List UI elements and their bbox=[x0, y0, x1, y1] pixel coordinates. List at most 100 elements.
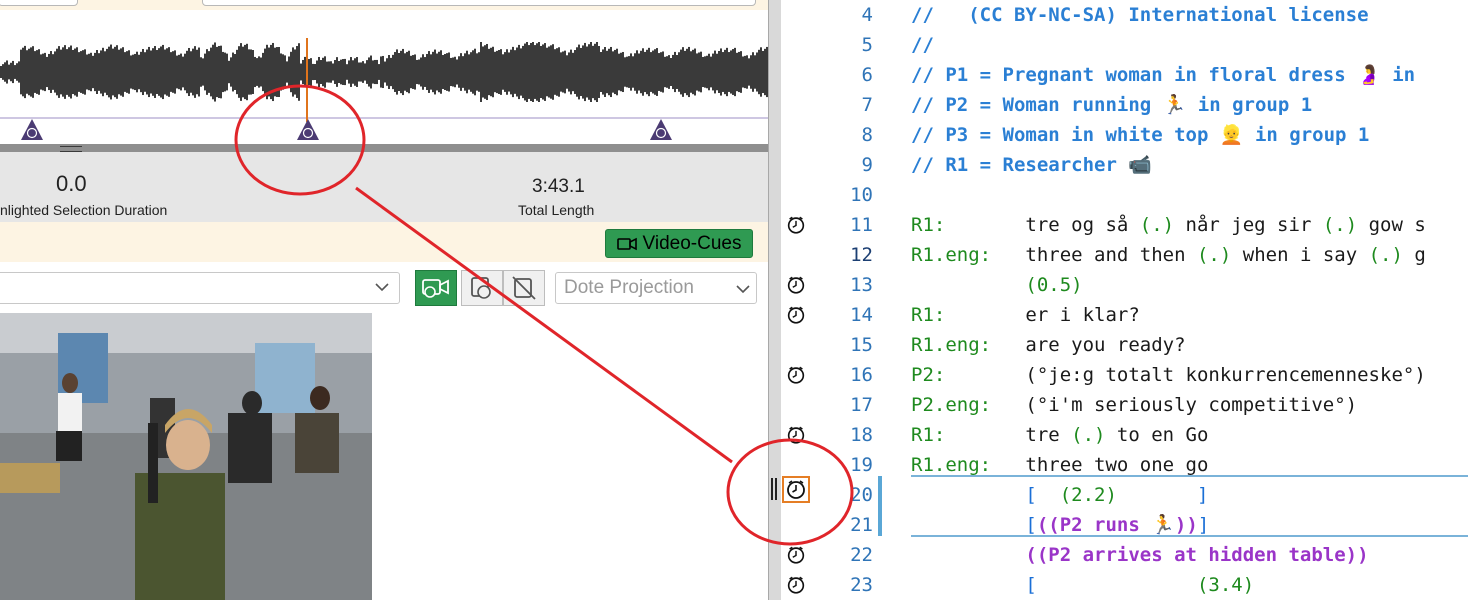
utterance-text bbox=[911, 544, 1025, 566]
line-text[interactable]: R1: tre og så (.) når jeg sir (.) gow s bbox=[911, 210, 1426, 240]
toolbar-button[interactable] bbox=[0, 0, 78, 6]
line-text[interactable]: // (CC BY-NC-SA) International license bbox=[911, 0, 1369, 30]
video-source-select[interactable] bbox=[0, 272, 400, 304]
utterance-text: ] bbox=[1197, 514, 1210, 536]
overlap-guide-top bbox=[911, 475, 1468, 477]
utterance-text: ] bbox=[1116, 484, 1209, 506]
utterance-text: to en Go bbox=[1105, 424, 1209, 446]
utterance-text: (°je:g totalt konkurrencemenneske°) bbox=[1025, 364, 1426, 386]
line-text[interactable]: [ (2.2) ] bbox=[911, 480, 1208, 510]
cue-marker-2-icon[interactable] bbox=[297, 119, 319, 140]
line-text[interactable]: // P2 = Woman running 🏃 in group 1 bbox=[911, 90, 1312, 120]
utterance-text bbox=[911, 574, 1025, 596]
projection-placeholder: Dote Projection bbox=[564, 277, 694, 298]
line-number: 13 bbox=[850, 274, 873, 296]
line-number: 19 bbox=[850, 454, 873, 476]
video-frame-image bbox=[0, 313, 372, 600]
utterance-text: three and then bbox=[1025, 244, 1197, 266]
utterance-text: // P3 = Woman in white top 👱 in group 1 bbox=[911, 124, 1370, 146]
line-text[interactable]: [ (3.4) bbox=[911, 570, 1254, 600]
pause-marker: (.) bbox=[1322, 214, 1358, 236]
utterance-text: (°i'm seriously competitive°) bbox=[1025, 394, 1358, 416]
pane-splitter[interactable] bbox=[768, 0, 781, 600]
clock-icon[interactable] bbox=[785, 424, 807, 446]
overlap-guide-bottom bbox=[911, 535, 1468, 537]
video-cues-button[interactable]: Video-Cues bbox=[605, 229, 753, 258]
utterance-text: // P2 = Woman running 🏃 in group 1 bbox=[911, 94, 1313, 116]
clock-icon[interactable] bbox=[785, 544, 807, 566]
clock-icon[interactable] bbox=[785, 574, 807, 596]
video-cue-add-icon bbox=[471, 277, 491, 299]
line-number: 15 bbox=[850, 334, 873, 356]
waveform[interactable] bbox=[0, 10, 768, 144]
chevron-down-icon bbox=[375, 283, 389, 292]
pause-marker: (.) bbox=[1139, 214, 1175, 236]
utterance-text: tre bbox=[1025, 424, 1072, 446]
video-player[interactable] bbox=[0, 313, 372, 600]
utterance-text: tre og så bbox=[1025, 214, 1140, 236]
line-text[interactable]: // P1 = Pregnant woman in floral dress 🤰… bbox=[911, 60, 1415, 90]
line-text[interactable]: (0.5) bbox=[911, 270, 1083, 300]
line-text[interactable]: P2.eng: (°i'm seriously competitive°) bbox=[911, 390, 1357, 420]
utterance-text: gow s bbox=[1357, 214, 1426, 236]
line-number: 14 bbox=[850, 304, 873, 326]
toolbar-field[interactable] bbox=[202, 0, 756, 6]
pause-marker: (.) bbox=[1071, 424, 1106, 446]
speaker-label: R1: bbox=[911, 214, 1026, 236]
utterance-text: // R1 = Researcher 📹 bbox=[911, 154, 1152, 176]
pause-marker: (.) bbox=[1368, 244, 1403, 266]
utterance-text: three two one go bbox=[1025, 454, 1209, 476]
clock-icon[interactable] bbox=[785, 304, 807, 326]
speaker-label: P2.eng: bbox=[911, 394, 1026, 416]
line-text[interactable]: // R1 = Researcher 📹 bbox=[911, 150, 1152, 180]
clock-icon[interactable] bbox=[785, 274, 807, 296]
video-camera-icon bbox=[616, 237, 637, 250]
annotation-text: ((P2 runs 🏃)) bbox=[1036, 514, 1198, 536]
clock-icon[interactable] bbox=[785, 214, 807, 236]
line-number: 23 bbox=[850, 574, 873, 596]
line-number: 7 bbox=[861, 94, 873, 116]
waveform-splitter[interactable] bbox=[0, 144, 768, 152]
line-number: 17 bbox=[850, 394, 873, 416]
line-text[interactable]: R1: tre (.) to en Go bbox=[911, 420, 1208, 450]
speaker-label: R1: bbox=[911, 304, 1026, 326]
media-pane: 0.0 nlighted Selection Duration 3:43.1 T… bbox=[0, 0, 768, 600]
video-cue-add-button[interactable] bbox=[461, 270, 503, 306]
waveform-view[interactable] bbox=[0, 10, 768, 145]
video-sync-button[interactable] bbox=[415, 270, 457, 306]
projection-select[interactable]: Dote Projection bbox=[555, 272, 757, 304]
transcript-editor[interactable]: 4 // (CC BY-NC-SA) International license 5… bbox=[781, 0, 1468, 600]
line-number: 12 bbox=[850, 244, 873, 266]
line-number: 16 bbox=[850, 364, 873, 386]
video-off-button[interactable] bbox=[503, 270, 545, 306]
video-sync-icon bbox=[422, 279, 449, 298]
selected-timing-icon[interactable] bbox=[782, 476, 810, 503]
cue-marker-1-icon[interactable] bbox=[21, 119, 43, 140]
total-length-value: 3:43.1 bbox=[532, 176, 585, 197]
line-number: 22 bbox=[850, 544, 873, 566]
line-text[interactable]: P2: (°je:g totalt konkurrencemenneske°) bbox=[911, 360, 1426, 390]
line-number: 10 bbox=[850, 184, 873, 206]
clock-icon bbox=[787, 480, 805, 499]
total-length-label: Total Length bbox=[518, 202, 595, 218]
overlap-gutter-bar bbox=[878, 476, 882, 536]
line-number: 18 bbox=[850, 424, 873, 446]
clock-icon[interactable] bbox=[785, 364, 807, 386]
info-panel: 0.0 nlighted Selection Duration 3:43.1 T… bbox=[0, 152, 768, 222]
cue-marker-3-icon[interactable] bbox=[650, 119, 672, 140]
line-text[interactable]: R1.eng: are you ready? bbox=[911, 330, 1186, 360]
speaker-label: R1.eng: bbox=[911, 334, 1026, 356]
line-number: 21 bbox=[850, 514, 873, 536]
video-off-icon bbox=[512, 276, 536, 300]
line-text[interactable]: R1: er i klar? bbox=[911, 300, 1140, 330]
utterance-text: // bbox=[911, 34, 934, 56]
line-text[interactable]: R1.eng: three and then (.) when i say (.… bbox=[911, 240, 1426, 270]
line-text[interactable]: ((P2 arrives at hidden table)) bbox=[911, 540, 1368, 570]
line-text[interactable]: // P3 = Woman in white top 👱 in group 1 bbox=[911, 120, 1369, 150]
utterance-text: [ bbox=[1025, 574, 1197, 596]
speaker-label: R1.eng: bbox=[911, 244, 1026, 266]
pause-marker: (2.2) bbox=[1059, 484, 1117, 506]
line-text[interactable]: // bbox=[911, 30, 934, 60]
line-number: 4 bbox=[861, 4, 873, 26]
pause-marker: (0.5) bbox=[1025, 274, 1083, 296]
